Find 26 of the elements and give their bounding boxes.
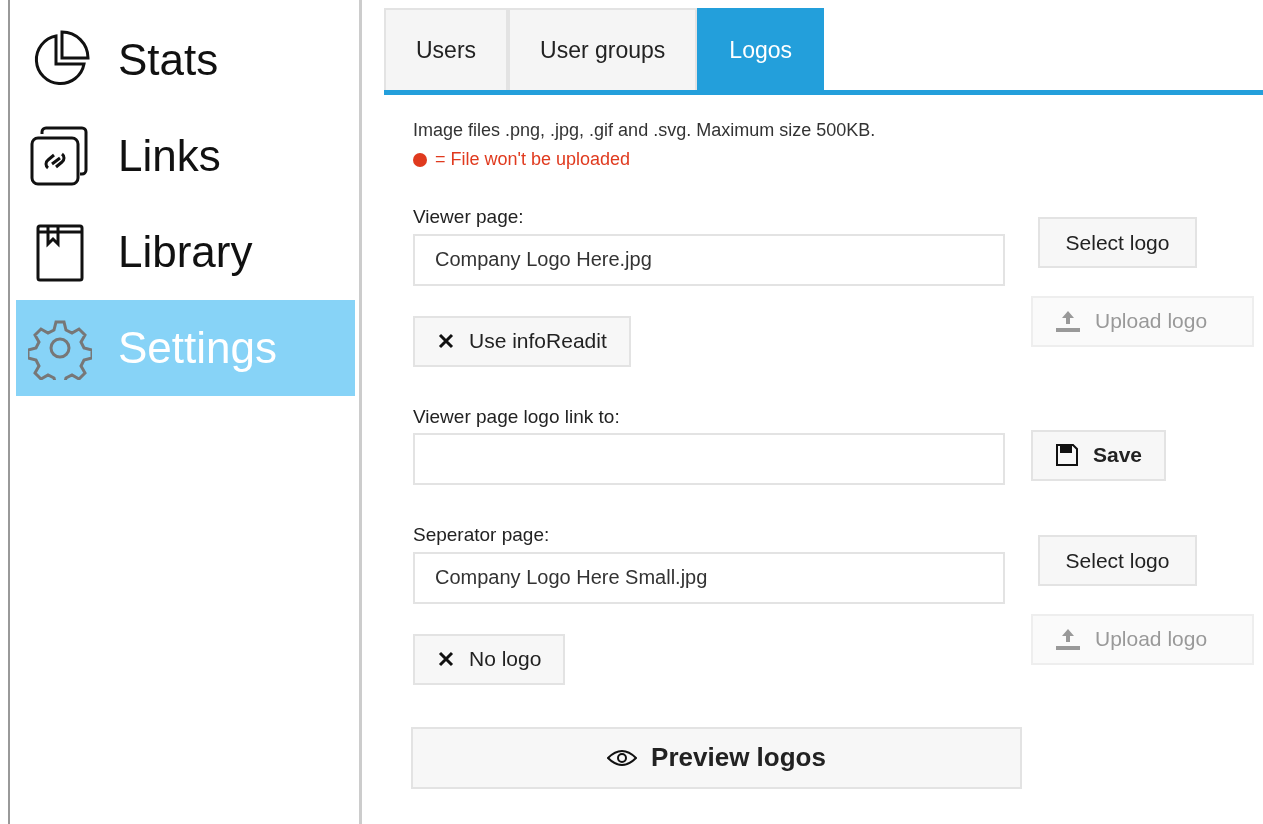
input-field[interactable] [413,433,1005,485]
help-text: Image files .png, .jpg, .gif and .svg. Maximum size 500KB. [413,119,877,142]
field-label: Viewer page: [413,205,525,229]
close-icon [437,332,455,350]
select-logo-button[interactable]: Select logo [1038,535,1197,586]
upload-icon [1055,627,1081,651]
close-icon [437,650,455,668]
save-button[interactable]: Save [1031,429,1167,481]
field-label: Viewer page logo link to: [413,404,621,429]
sidebar-item[interactable]: Links [16,108,355,204]
clear-logo-button[interactable]: Use infoReadit [413,315,631,367]
field-label: Seperator page: [413,523,551,547]
tab[interactable]: Users [384,8,509,90]
legend-text: = File won't be uploaded [435,148,631,171]
eye-icon [607,747,638,768]
save-icon [1055,443,1079,467]
select-logo-button[interactable]: Select logo [1038,217,1197,268]
input-field[interactable]: Company Logo Here Small.jpg [413,551,1005,604]
clear-logo-button[interactable]: No logo [413,633,566,685]
upload-icon [1055,309,1081,333]
sidebar-item[interactable]: Library [16,204,355,300]
sidebar-item[interactable]: Stats [16,12,355,108]
preview-logos-button[interactable]: Preview logos [411,726,1022,789]
input-field[interactable]: Company Logo Here.jpg [413,233,1005,286]
tab[interactable]: User groups [508,8,698,90]
error-dot-icon [413,152,427,167]
